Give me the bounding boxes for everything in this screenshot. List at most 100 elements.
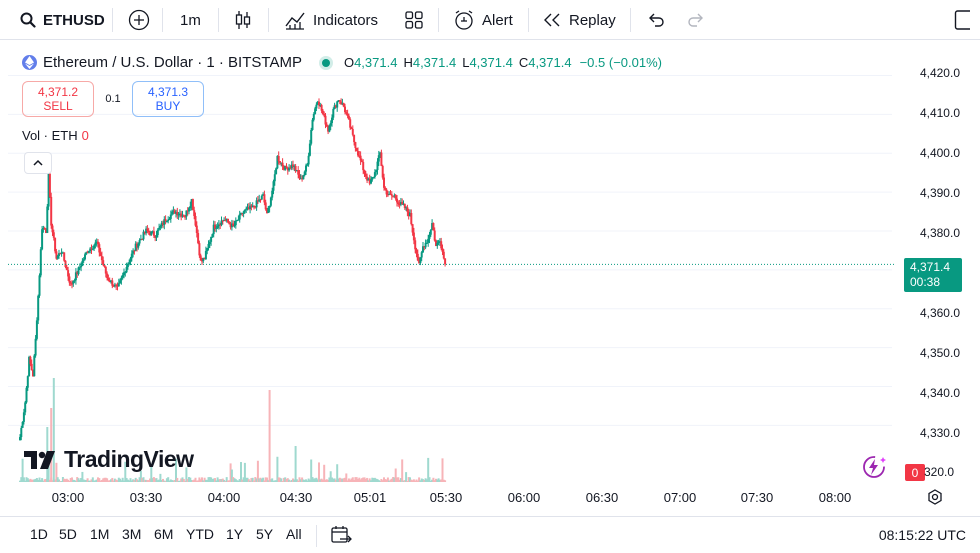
candle-body: [30, 363, 33, 371]
low-value: 4,371.4: [469, 55, 513, 70]
candle-body: [394, 195, 397, 199]
candle-body: [171, 211, 174, 215]
candle-body: [237, 219, 240, 221]
templates-button[interactable]: [404, 0, 424, 40]
candle-body: [273, 174, 276, 182]
candle-body: [428, 234, 431, 239]
ethereum-logo-icon: [22, 55, 37, 70]
candle-body: [155, 235, 158, 238]
range-1y-button[interactable]: 1Y: [226, 526, 243, 542]
candle-body: [277, 155, 280, 162]
candle-body: [381, 165, 384, 178]
candle-body: [436, 242, 439, 246]
range-ytd-button[interactable]: YTD: [186, 526, 214, 542]
candle-body: [441, 248, 444, 252]
candle-body: [191, 199, 194, 211]
symbol-search[interactable]: ETHUSD: [20, 0, 105, 40]
time-axis-label: 06:30: [585, 490, 619, 505]
utc-clock[interactable]: 08:15:22 UTC: [879, 527, 966, 543]
high-key: H: [403, 55, 413, 70]
candle-body: [182, 215, 185, 217]
layout-button[interactable]: [954, 0, 970, 40]
ai-assistant-button[interactable]: [860, 454, 888, 485]
candle-body: [100, 256, 103, 261]
candle-body: [102, 260, 105, 265]
candle-body: [29, 356, 32, 364]
range-1m-button[interactable]: 1M: [90, 526, 109, 542]
sell-button[interactable]: 4,371.2 SELL: [22, 81, 94, 117]
compare-button[interactable]: [128, 0, 150, 40]
candle-body: [342, 103, 345, 107]
interval-button[interactable]: 1m: [180, 0, 201, 40]
candle-body: [227, 218, 229, 223]
tradingview-watermark[interactable]: TradingView: [24, 446, 194, 473]
candle-body: [376, 161, 379, 171]
date-range-button[interactable]: [330, 524, 352, 549]
candle-body: [310, 129, 313, 144]
candle-body: [298, 174, 301, 179]
replay-button[interactable]: Replay: [542, 0, 616, 40]
chart-type-button[interactable]: [234, 0, 252, 40]
price-axis-label: 4,390.0: [919, 186, 960, 200]
volume-legend[interactable]: Vol · ETH 0: [22, 128, 89, 143]
time-axis-label: 06:00: [507, 490, 541, 505]
candle-body: [359, 155, 362, 161]
settings-icon: [926, 488, 944, 506]
spread-value: 0.1: [105, 93, 121, 105]
volume-bar: [405, 472, 408, 482]
candle-body: [63, 252, 66, 261]
volume-bar: [240, 462, 242, 482]
candle-body: [243, 209, 246, 212]
redo-button[interactable]: [686, 0, 706, 40]
range-6m-button[interactable]: 6M: [154, 526, 173, 542]
candle-body: [357, 151, 359, 156]
candle-body: [411, 224, 414, 233]
alert-button[interactable]: Alert: [453, 0, 513, 40]
undo-button[interactable]: [646, 0, 666, 40]
add-circle-icon: [128, 9, 150, 31]
candle-body: [195, 225, 198, 234]
time-axis-label: 05:01: [353, 490, 387, 505]
collapse-legend-button[interactable]: [24, 152, 52, 174]
candle-body: [302, 175, 305, 180]
volume-label: Vol · ETH: [22, 128, 78, 143]
buy-button[interactable]: 4,371.3 BUY: [132, 81, 204, 117]
candle-body: [41, 229, 44, 250]
candle-body: [38, 275, 41, 296]
indicators-label: Indicators: [313, 11, 379, 29]
candle-body: [158, 227, 161, 230]
range-3m-button[interactable]: 3M: [122, 526, 141, 542]
range-5d-button[interactable]: 5D: [59, 526, 77, 542]
candle-body: [25, 387, 28, 403]
candle-body: [56, 255, 59, 259]
range-5y-button[interactable]: 5Y: [256, 526, 273, 542]
symbol-title[interactable]: Ethereum / U.S. Dollar · 1 · BITSTAMP: [43, 54, 302, 71]
range-1d-button[interactable]: 1D: [30, 526, 48, 542]
range-all-button[interactable]: All: [286, 526, 302, 542]
buy-label: BUY: [155, 99, 181, 113]
indicators-button[interactable]: Indicators: [284, 0, 378, 40]
candle-body: [93, 245, 96, 249]
chart-pane[interactable]: Ethereum / U.S. Dollar · 1 · BITSTAMP O4…: [8, 42, 970, 512]
candle-body: [24, 402, 27, 413]
buy-price: 4,371.3: [147, 85, 189, 99]
candle-body: [331, 117, 333, 124]
candle-body: [117, 283, 120, 287]
time-axis-label: 08:00: [818, 490, 852, 505]
last-price-tag: 4,371.4 00:38: [904, 258, 962, 292]
candle-body: [94, 242, 97, 246]
price-axis-label: 4,400.0: [919, 146, 960, 160]
candle-body: [444, 258, 447, 265]
candle-body: [325, 124, 328, 127]
candle-body: [107, 277, 110, 281]
candle-body: [351, 129, 354, 135]
open-value: 4,371.4: [354, 55, 398, 70]
candle-body: [338, 100, 341, 102]
candle-body: [194, 216, 197, 226]
candle-body: [103, 264, 106, 267]
chart-settings-button[interactable]: [926, 488, 944, 511]
candle-body: [106, 273, 109, 278]
candle-body: [263, 194, 266, 203]
calendar-arrow-icon: [330, 524, 352, 546]
candle-body: [68, 276, 71, 283]
